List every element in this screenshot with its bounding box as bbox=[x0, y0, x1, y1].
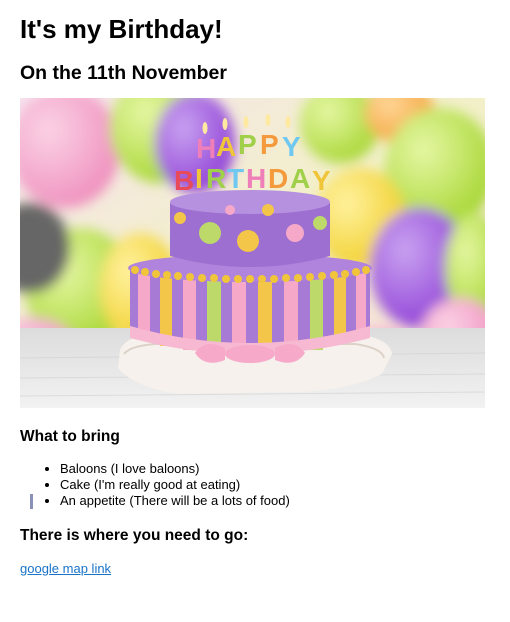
list-item: An appetite (There will be a lots of foo… bbox=[60, 493, 490, 509]
list-item: Cake (I'm really good at eating) bbox=[60, 477, 490, 493]
svg-text:D: D bbox=[268, 163, 288, 194]
list-item: Baloons (I love baloons) bbox=[60, 461, 490, 477]
page: It's my Birthday! On the 11th November H… bbox=[0, 0, 510, 622]
google-map-link[interactable]: google map link bbox=[20, 561, 111, 577]
birthday-cake-image: H A P P Y B I R T H D A Y bbox=[20, 98, 485, 408]
svg-text:I: I bbox=[195, 163, 203, 194]
bring-list: Baloons (I love baloons) Cake (I'm reall… bbox=[20, 461, 490, 509]
svg-text:T: T bbox=[227, 163, 244, 194]
svg-text:H: H bbox=[246, 163, 266, 194]
svg-text:H: H bbox=[196, 133, 216, 164]
svg-text:R: R bbox=[206, 163, 226, 194]
page-subtitle: On the 11th November bbox=[20, 62, 227, 84]
text-cursor-caret bbox=[30, 494, 33, 509]
bring-heading: What to bring bbox=[20, 428, 120, 445]
svg-text:A: A bbox=[290, 163, 310, 194]
svg-text:P: P bbox=[260, 129, 279, 160]
svg-text:P: P bbox=[238, 129, 257, 160]
page-title: It's my Birthday! bbox=[20, 14, 223, 44]
svg-text:A: A bbox=[216, 131, 236, 162]
svg-text:Y: Y bbox=[312, 165, 331, 196]
svg-text:Y: Y bbox=[282, 131, 301, 162]
svg-text:B: B bbox=[174, 165, 194, 196]
go-heading: There is where you need to go: bbox=[20, 527, 249, 544]
